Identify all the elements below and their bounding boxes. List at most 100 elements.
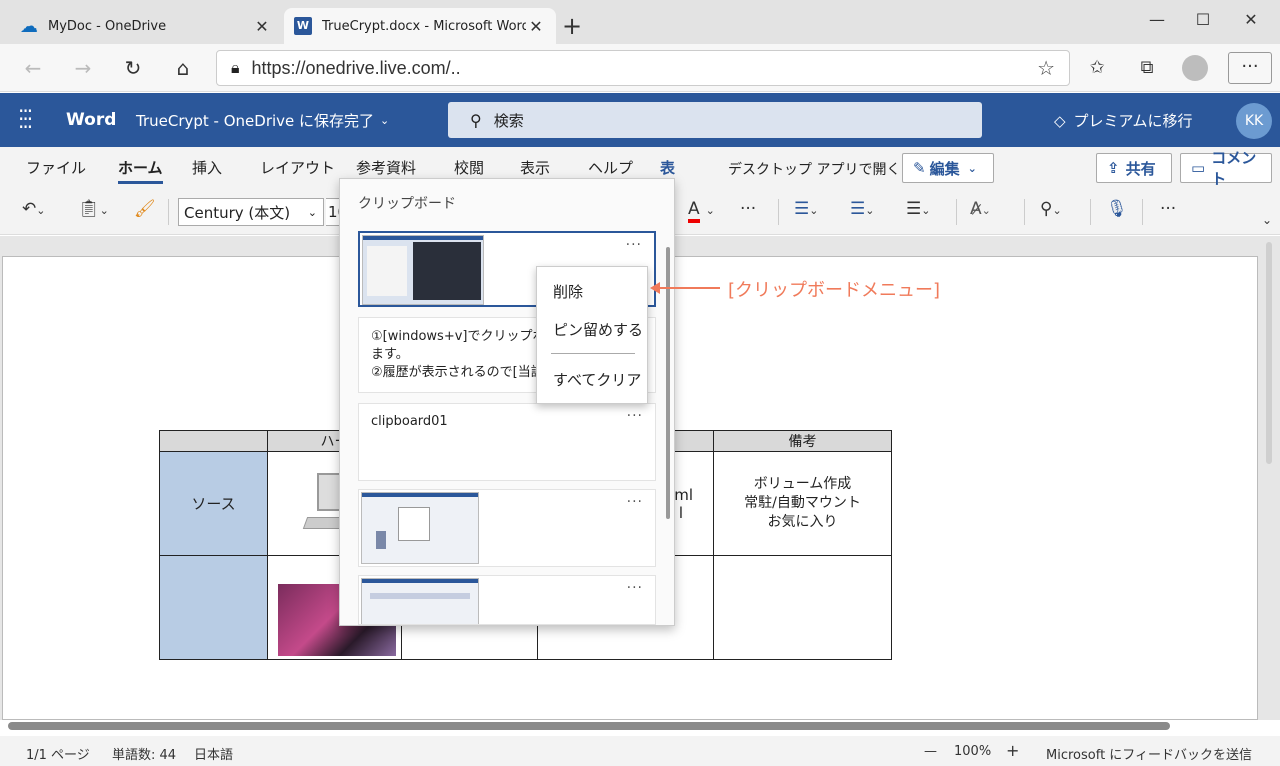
menu-divider bbox=[551, 353, 635, 354]
maximize-button[interactable]: ☐ bbox=[1180, 6, 1226, 34]
dictate-icon[interactable]: 🎙︎ bbox=[1106, 199, 1128, 219]
tab-word[interactable]: W TrueCrypt.docx - Microsoft Word ✕ bbox=[284, 8, 556, 44]
new-tab-button[interactable]: + bbox=[562, 12, 582, 40]
more-icon[interactable]: ··· bbox=[627, 580, 643, 596]
tab-onedrive[interactable]: ☁ MyDoc - OneDrive ✕ bbox=[10, 8, 282, 44]
font-name-select[interactable]: Century (本文) ⌄ bbox=[178, 198, 324, 226]
browser-toolbar: ← → ↻ ⌂ 🔒︎ https://onedrive.live.com/.. … bbox=[0, 44, 1280, 92]
profile-icon[interactable] bbox=[1180, 54, 1210, 82]
doc-title[interactable]: TrueCrypt - OneDrive に保存完了 ⌄ bbox=[136, 110, 389, 131]
expand-ribbon-icon[interactable]: ⌄ bbox=[1262, 213, 1272, 227]
tab-table[interactable]: 表 bbox=[660, 157, 675, 178]
align-icon[interactable]: ☰⌄ bbox=[906, 199, 930, 219]
remark-line: お気に入り bbox=[767, 514, 838, 530]
diamond-icon: ◇ bbox=[1054, 111, 1066, 130]
onedrive-cloud-icon: ☁ bbox=[20, 15, 38, 37]
divider bbox=[778, 199, 779, 225]
zoom-level[interactable]: 100% bbox=[954, 744, 991, 759]
search-placeholder: 検索 bbox=[493, 111, 524, 130]
favorites-icon[interactable]: ✩ bbox=[1082, 54, 1112, 82]
tab-title: TrueCrypt.docx - Microsoft Word bbox=[322, 18, 526, 34]
more-icon[interactable]: ··· bbox=[627, 408, 643, 424]
clipboard-item[interactable]: clipboard01 ··· bbox=[358, 403, 656, 481]
feedback-link[interactable]: Microsoft にフィードバックを送信 bbox=[1046, 744, 1252, 763]
find-icon[interactable]: ⚲⌄ bbox=[1040, 199, 1062, 219]
clipboard-title: クリップボード bbox=[358, 196, 456, 212]
vertical-scrollbar[interactable] bbox=[1266, 242, 1272, 464]
remark-line: ボリューム作成 bbox=[753, 476, 852, 492]
open-desktop-app[interactable]: デスクトップ アプリで開く bbox=[728, 159, 900, 179]
numbering-icon[interactable]: ☰⌄ bbox=[850, 199, 874, 219]
app-launcher-icon[interactable]: ··· ··· ··· bbox=[18, 101, 40, 137]
comment-button[interactable]: ▭ コメント bbox=[1180, 149, 1272, 188]
undo-icon[interactable]: ↶⌄ bbox=[22, 199, 45, 219]
horizontal-scrollbar[interactable] bbox=[8, 722, 1170, 730]
styles-icon[interactable]: A̷⌄ bbox=[970, 199, 991, 219]
table-cell-label: ソース bbox=[159, 451, 268, 556]
menu-item-pin[interactable]: ピン留めする bbox=[553, 319, 643, 340]
doc-title-text: TrueCrypt - OneDrive に保存完了 bbox=[136, 112, 375, 130]
tab-file[interactable]: ファイル bbox=[26, 157, 86, 178]
table-header-cell: 備考 bbox=[713, 430, 892, 452]
share-button[interactable]: ⇪ 共有 bbox=[1096, 153, 1172, 183]
table-cell bbox=[713, 555, 892, 660]
tab-help[interactable]: ヘルプ bbox=[588, 157, 633, 178]
annotation-line bbox=[656, 287, 720, 289]
tab-references[interactable]: 参考資料 bbox=[356, 157, 416, 178]
zoom-in-button[interactable]: + bbox=[1006, 741, 1019, 760]
avatar[interactable]: KK bbox=[1236, 103, 1272, 139]
bullets-icon[interactable]: ☰⌄ bbox=[794, 199, 818, 219]
edit-label: 編集 bbox=[929, 159, 960, 178]
app-name[interactable]: Word bbox=[66, 110, 116, 130]
divider bbox=[168, 199, 169, 225]
forward-icon[interactable]: → bbox=[68, 54, 98, 82]
menu-item-clear-all[interactable]: すべてクリア bbox=[553, 369, 641, 390]
table-cell-remarks: ボリューム作成 常駐/自動マウント お気に入り bbox=[713, 451, 892, 556]
font-color-icon[interactable]: A ⌄ bbox=[688, 199, 715, 223]
more-icon[interactable]: ··· bbox=[1228, 52, 1272, 84]
word-count[interactable]: 単語数: 44 bbox=[112, 744, 176, 763]
tab-insert[interactable]: 挿入 bbox=[192, 157, 222, 178]
tab-review[interactable]: 校閲 bbox=[454, 157, 484, 178]
annotation-label: [クリップボードメニュー] bbox=[728, 280, 941, 301]
premium-button[interactable]: ◇ プレミアムに移行 bbox=[1054, 110, 1193, 131]
paste-icon[interactable]: 📋︎⌄ bbox=[78, 199, 109, 219]
close-icon[interactable]: ✕ bbox=[252, 17, 272, 36]
clipboard-item[interactable]: ··· bbox=[358, 489, 656, 567]
font-size-select[interactable]: 10 bbox=[326, 198, 340, 226]
edit-mode-button[interactable]: ✎ 編集 ⌄ bbox=[902, 153, 994, 183]
format-painter-icon[interactable]: 🖌︎ bbox=[134, 199, 156, 219]
menu-item-delete[interactable]: 削除 bbox=[553, 281, 583, 302]
more-icon[interactable]: ··· bbox=[626, 237, 642, 253]
search-box[interactable]: ⚲ 検索 bbox=[448, 102, 982, 138]
collections-icon[interactable]: ⧉ bbox=[1132, 54, 1162, 82]
favorite-star-icon[interactable]: ☆ bbox=[1037, 56, 1055, 80]
close-window-button[interactable]: ✕ bbox=[1228, 6, 1274, 34]
clip-text-line: clipboard01 bbox=[371, 414, 448, 429]
more-font-icon[interactable]: ··· bbox=[740, 199, 756, 219]
remark-line: 常駐/自動マウント bbox=[744, 495, 861, 511]
table-cell-label bbox=[159, 555, 268, 660]
more-icon[interactable]: ··· bbox=[627, 494, 643, 510]
divider bbox=[1142, 199, 1143, 225]
lock-icon: 🔒︎ bbox=[231, 58, 240, 77]
tab-layout[interactable]: レイアウト bbox=[260, 157, 335, 178]
more-options-icon[interactable]: ··· bbox=[1160, 199, 1176, 219]
status-bar: 1/1 ページ 単語数: 44 日本語 — 100% + Microsoft に… bbox=[0, 736, 1280, 766]
page-count: 1/1 ページ bbox=[26, 748, 90, 763]
close-icon[interactable]: ✕ bbox=[526, 17, 546, 36]
zoom-out-button[interactable]: — bbox=[924, 744, 937, 759]
home-icon[interactable]: ⌂ bbox=[168, 54, 198, 82]
address-bar[interactable]: 🔒︎ https://onedrive.live.com/.. ☆ bbox=[216, 50, 1070, 86]
tab-view[interactable]: 表示 bbox=[520, 157, 550, 178]
comment-label: コメント bbox=[1211, 149, 1257, 188]
divider bbox=[956, 199, 957, 225]
back-icon[interactable]: ← bbox=[18, 54, 48, 82]
refresh-icon[interactable]: ↻ bbox=[118, 54, 148, 82]
tab-home[interactable]: ホーム bbox=[118, 157, 163, 184]
chevron-down-icon: ⌄ bbox=[307, 205, 317, 219]
clipboard-image-thumbnail bbox=[362, 235, 484, 305]
clipboard-item[interactable]: ··· bbox=[358, 575, 656, 625]
minimize-button[interactable]: — bbox=[1134, 6, 1180, 34]
language[interactable]: 日本語 bbox=[194, 744, 233, 763]
